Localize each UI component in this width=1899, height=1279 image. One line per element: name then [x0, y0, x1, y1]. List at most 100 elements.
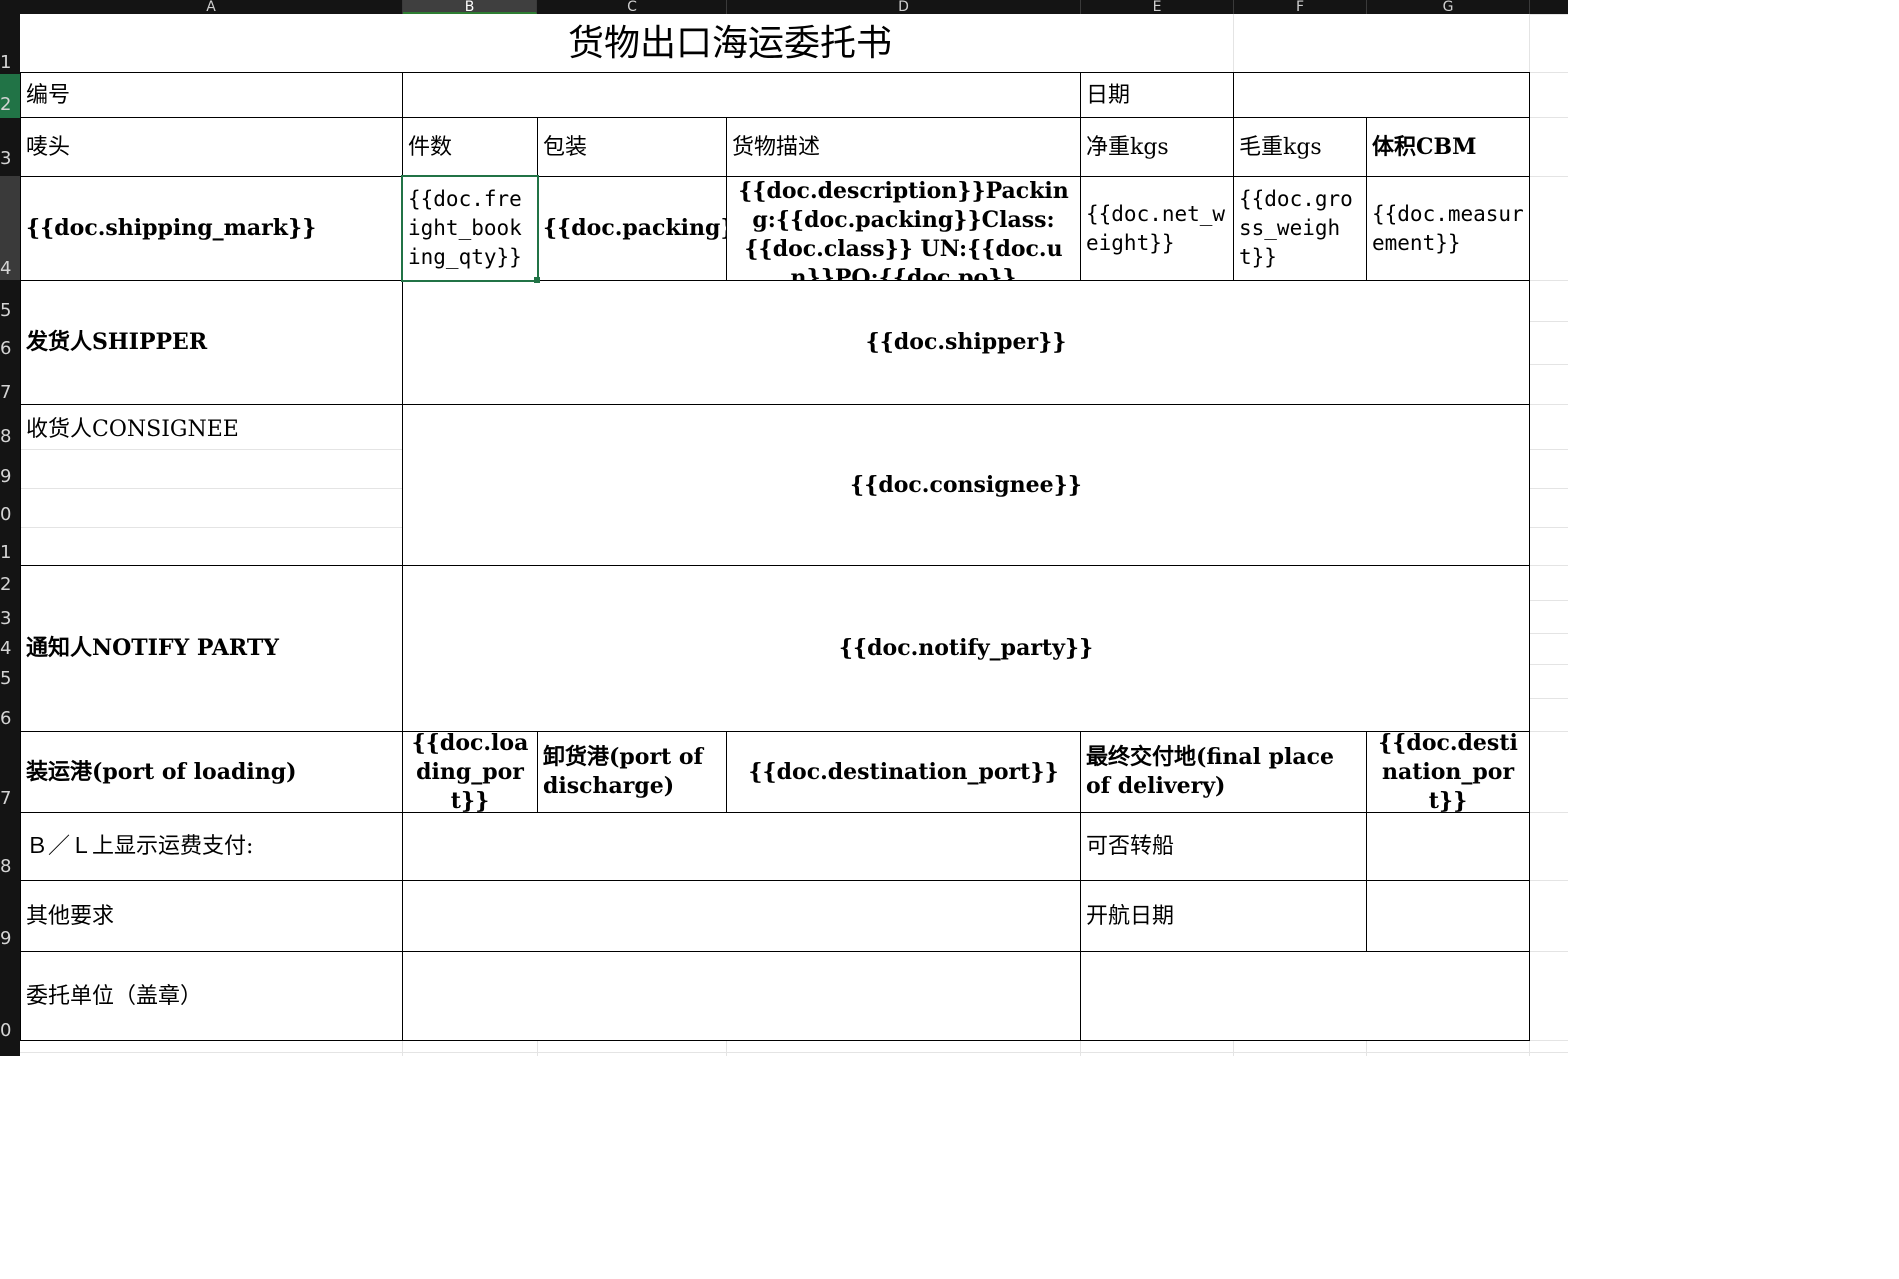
consignee-value[interactable]: {{doc.consignee}}: [402, 404, 1530, 566]
gridline: [1530, 14, 1568, 15]
fill-handle[interactable]: [534, 277, 540, 283]
gridline: [1530, 812, 1568, 813]
port-of-loading-value[interactable]: {{doc.loading_port}}: [402, 731, 538, 813]
port-of-discharge-label[interactable]: 卸货港(port of discharge): [537, 731, 727, 813]
column-header-b[interactable]: B: [403, 0, 537, 14]
packing-label[interactable]: 包装: [537, 117, 727, 177]
gridline: [1530, 117, 1568, 118]
gridline: [1530, 404, 1568, 405]
row-number[interactable]: 3: [0, 150, 20, 168]
other-requirements-label[interactable]: 其他要求: [20, 880, 403, 952]
gridline: [1530, 880, 1568, 881]
shipping-mark-value[interactable]: {{doc.shipping_mark}}: [20, 176, 403, 281]
port-of-loading-label[interactable]: 装运港(port of loading): [20, 731, 403, 813]
consignor-extra-cell[interactable]: [1080, 951, 1530, 1041]
row-number[interactable]: 8: [0, 428, 20, 446]
sailing-date-label[interactable]: 开航日期: [1080, 880, 1367, 952]
shipper-value[interactable]: {{doc.shipper}}: [402, 280, 1530, 405]
gridline: [537, 1041, 538, 1056]
row-number[interactable]: 9: [0, 930, 20, 948]
notify-party-label[interactable]: 通知人NOTIFY PARTY: [20, 565, 403, 732]
gridline: [1530, 488, 1568, 489]
gridline: [1530, 72, 1568, 73]
gridline: [1530, 449, 1568, 450]
packing-value[interactable]: {{doc.packing}}: [537, 176, 727, 281]
row-number[interactable]: 1: [0, 54, 20, 72]
row-number[interactable]: 8: [0, 858, 20, 876]
date-value-cell[interactable]: [1233, 72, 1530, 118]
port-of-discharge-value[interactable]: {{doc.destination_port}}: [726, 731, 1081, 813]
row-number[interactable]: 3: [0, 610, 20, 628]
row-number[interactable]: 6: [0, 710, 20, 728]
number-label[interactable]: 编号: [20, 72, 403, 118]
consignee-label[interactable]: 收货人CONSIGNEE: [20, 404, 403, 566]
mark-label[interactable]: 唛头: [20, 117, 403, 177]
freight-payment-value-cell[interactable]: [402, 812, 1081, 881]
transshipment-label[interactable]: 可否转船: [1080, 812, 1367, 881]
row-number[interactable]: 7: [0, 790, 20, 808]
gridline: [1530, 527, 1568, 528]
gridline: [20, 1052, 1568, 1053]
gridline: [1530, 664, 1568, 665]
final-delivery-label[interactable]: 最终交付地(final place of delivery): [1080, 731, 1367, 813]
row-number[interactable]: 1: [0, 544, 20, 562]
gridline: [1530, 633, 1568, 634]
row-number[interactable]: 6: [0, 340, 20, 358]
row-number[interactable]: 2: [0, 96, 20, 114]
volume-value[interactable]: {{doc.measurement}}: [1366, 176, 1530, 281]
row-number[interactable]: 5: [0, 302, 20, 320]
gridline: [1530, 1040, 1568, 1041]
gridline: [726, 1041, 727, 1056]
gridline: [1530, 176, 1568, 177]
gridline: [1530, 280, 1568, 281]
notify-party-value[interactable]: {{doc.notify_party}}: [402, 565, 1530, 732]
gridline: [1530, 565, 1568, 566]
gridline: [21, 488, 402, 489]
consignor-stamp-label[interactable]: 委托单位（盖章）: [20, 951, 403, 1041]
row-number[interactable]: 2: [0, 576, 20, 594]
sailing-date-value-cell[interactable]: [1366, 880, 1530, 952]
gridline: [402, 1041, 403, 1056]
column-header-g[interactable]: G: [1367, 0, 1530, 14]
net-weight-value[interactable]: {{doc.net_weight}}: [1080, 176, 1234, 281]
consignor-stamp-cell[interactable]: [402, 951, 1081, 1041]
net-weight-label[interactable]: 净重kgs: [1080, 117, 1234, 177]
transshipment-value-cell[interactable]: [1366, 812, 1530, 881]
row-number[interactable]: 0: [0, 1022, 20, 1040]
final-delivery-value[interactable]: {{doc.destination_port}}: [1366, 731, 1530, 813]
freight-payment-label[interactable]: Ｂ／Ｌ上显示运费支付:: [20, 812, 403, 881]
qty-label[interactable]: 件数: [402, 117, 538, 177]
gridline: [1366, 1041, 1367, 1056]
column-header-f[interactable]: F: [1234, 0, 1367, 14]
column-header-a[interactable]: A: [20, 0, 403, 14]
gridline: [1530, 364, 1568, 365]
date-label[interactable]: 日期: [1080, 72, 1234, 118]
gridline: [21, 449, 402, 450]
description-label[interactable]: 货物描述: [726, 117, 1081, 177]
row-number[interactable]: 9: [0, 468, 20, 486]
column-header-c[interactable]: C: [538, 0, 727, 14]
shipper-label[interactable]: 发货人SHIPPER: [20, 280, 403, 405]
form-title[interactable]: 货物出口海运委托书: [20, 14, 1440, 73]
column-header-d[interactable]: D: [727, 0, 1081, 14]
gridline: [1530, 951, 1568, 952]
other-requirements-value-cell[interactable]: [402, 880, 1081, 952]
gridline: [1530, 698, 1568, 699]
gridline: [21, 527, 402, 528]
column-header-e[interactable]: E: [1081, 0, 1234, 14]
row-number[interactable]: 5: [0, 670, 20, 688]
row-number[interactable]: 4: [0, 260, 20, 278]
row-number[interactable]: 7: [0, 384, 20, 402]
row-number[interactable]: 4: [0, 640, 20, 658]
gross-weight-label[interactable]: 毛重kgs: [1233, 117, 1367, 177]
number-value-cell[interactable]: [402, 72, 1081, 118]
row-number[interactable]: 0: [0, 506, 20, 524]
gridline: [1530, 600, 1568, 601]
row-header-bar: 1 2 3 4 5 6 7 8 9 0 1 2 3 4 5 6 7 8 9 0: [0, 14, 20, 1056]
qty-value[interactable]: {{doc.freight_booking_qty}}: [401, 175, 539, 282]
gridline: [1233, 1041, 1234, 1056]
gridline: [1530, 731, 1568, 732]
gross-weight-value[interactable]: {{doc.gross_weight}}: [1233, 176, 1367, 281]
description-value[interactable]: {{doc.description}}Packing:{{doc.packing…: [726, 176, 1081, 281]
volume-label[interactable]: 体积CBM: [1366, 117, 1530, 177]
